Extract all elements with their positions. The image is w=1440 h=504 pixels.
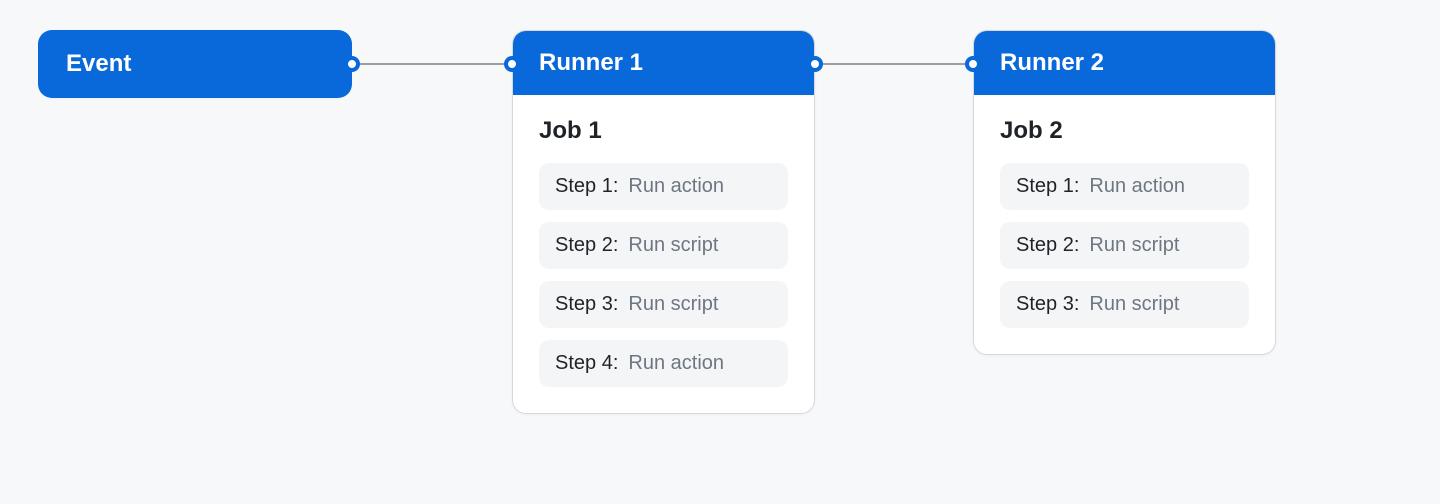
runner2-step-1: Step 1: Run action bbox=[1000, 163, 1249, 210]
job-2-title: Job 2 bbox=[1000, 117, 1249, 145]
step-label: Step 4: bbox=[555, 352, 618, 375]
runner-card-1: Runner 1 Job 1 Step 1: Run action Step 2… bbox=[512, 30, 815, 414]
step-label: Step 2: bbox=[1016, 234, 1079, 257]
step-label: Step 1: bbox=[555, 175, 618, 198]
port-runner2-in bbox=[965, 56, 981, 72]
runner-2-title: Runner 2 bbox=[1000, 49, 1104, 76]
event-card: Event bbox=[38, 30, 352, 98]
port-event-out bbox=[344, 56, 360, 72]
runner-2-body: Job 2 Step 1: Run action Step 2: Run scr… bbox=[974, 95, 1275, 354]
step-desc: Run script bbox=[628, 293, 718, 316]
runner2-step-3: Step 3: Run script bbox=[1000, 281, 1249, 328]
job-1-title: Job 1 bbox=[539, 117, 788, 145]
port-runner1-in bbox=[504, 56, 520, 72]
step-label: Step 3: bbox=[555, 293, 618, 316]
connector-runner1-to-runner2 bbox=[815, 63, 973, 65]
step-label: Step 3: bbox=[1016, 293, 1079, 316]
event-label: Event bbox=[66, 50, 131, 77]
runner1-step-2: Step 2: Run script bbox=[539, 222, 788, 269]
runner1-step-1: Step 1: Run action bbox=[539, 163, 788, 210]
runner-1-body: Job 1 Step 1: Run action Step 2: Run scr… bbox=[513, 95, 814, 413]
step-label: Step 2: bbox=[555, 234, 618, 257]
step-label: Step 1: bbox=[1016, 175, 1079, 198]
step-desc: Run action bbox=[1089, 175, 1185, 198]
step-desc: Run action bbox=[628, 352, 724, 375]
runner-1-header: Runner 1 bbox=[513, 31, 814, 95]
runner-card-2: Runner 2 Job 2 Step 1: Run action Step 2… bbox=[973, 30, 1276, 355]
connector-event-to-runner1 bbox=[352, 63, 512, 65]
step-desc: Run action bbox=[628, 175, 724, 198]
step-desc: Run script bbox=[1089, 293, 1179, 316]
runner1-step-3: Step 3: Run script bbox=[539, 281, 788, 328]
runner2-step-2: Step 2: Run script bbox=[1000, 222, 1249, 269]
runner-1-title: Runner 1 bbox=[539, 49, 643, 76]
step-desc: Run script bbox=[628, 234, 718, 257]
runner1-step-4: Step 4: Run action bbox=[539, 340, 788, 387]
runner-2-header: Runner 2 bbox=[974, 31, 1275, 95]
port-runner1-out bbox=[807, 56, 823, 72]
workflow-diagram: Event Runner 1 Job 1 Step 1: Run action … bbox=[0, 0, 1440, 504]
step-desc: Run script bbox=[1089, 234, 1179, 257]
